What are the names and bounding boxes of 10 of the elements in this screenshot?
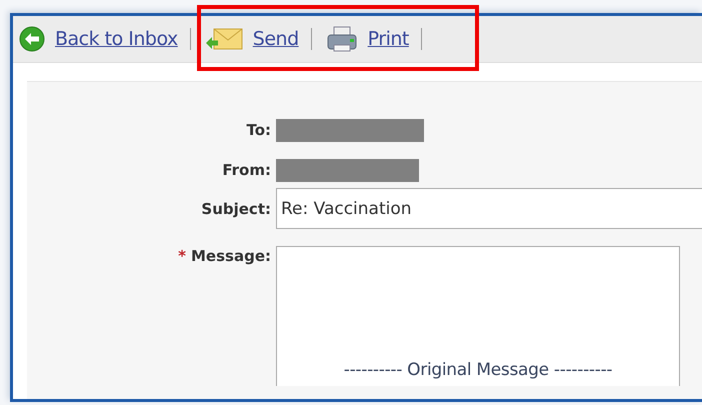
print-link[interactable]: Print bbox=[368, 28, 409, 50]
field-label: From: bbox=[222, 161, 271, 179]
field-label: Subject: bbox=[201, 200, 271, 218]
send-link[interactable]: Send bbox=[252, 28, 299, 50]
field-label: To: bbox=[246, 121, 271, 139]
required-mark: * bbox=[178, 247, 186, 265]
back-link[interactable]: Back to Inbox bbox=[55, 28, 178, 50]
subject-field[interactable]: Re: Vaccination bbox=[276, 188, 702, 229]
message-field[interactable]: ---------- Original Message ---------- bbox=[276, 246, 680, 386]
field-label: Message: bbox=[191, 247, 271, 265]
